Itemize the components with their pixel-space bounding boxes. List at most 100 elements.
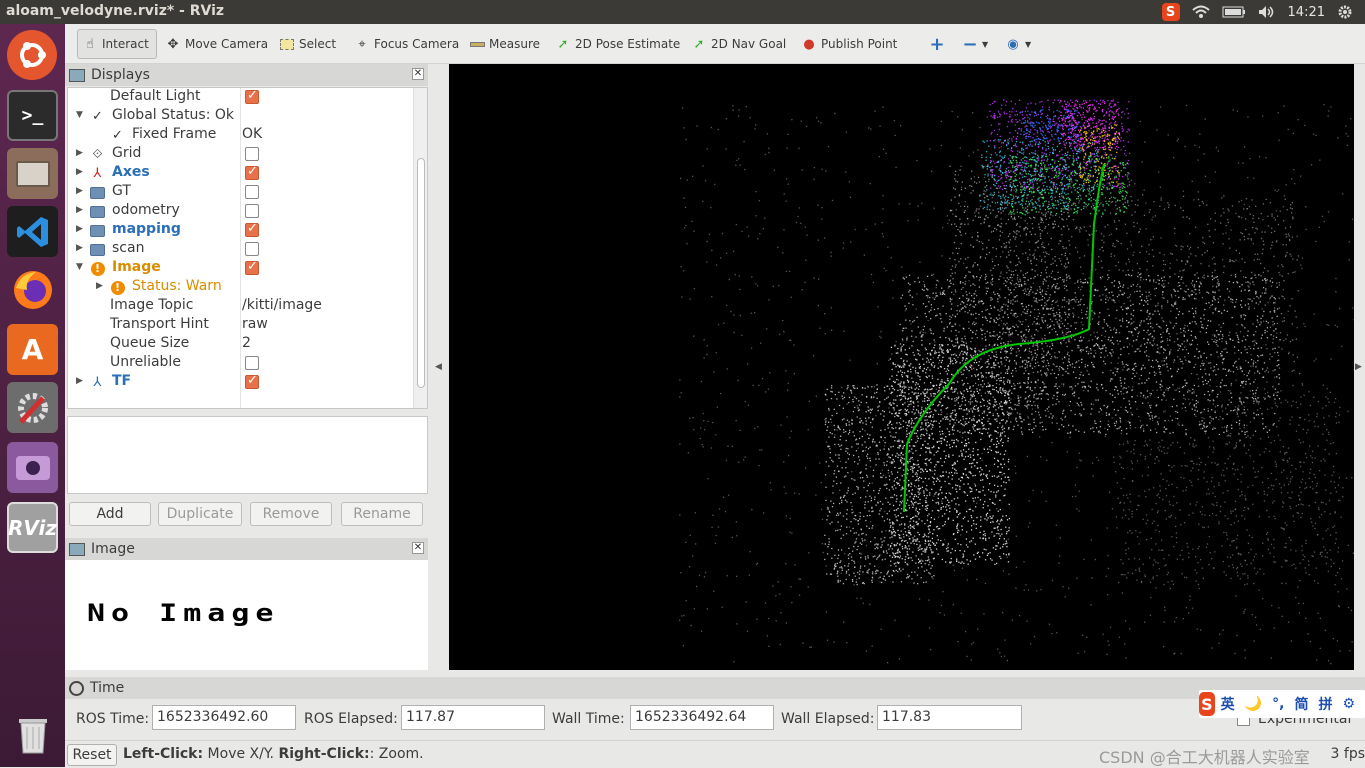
right-splitter[interactable]: ▶ <box>1354 64 1365 670</box>
wall-time-field[interactable]: 1652336492.64 <box>630 705 774 730</box>
interact-tool[interactable]: ☝Interact <box>77 29 157 59</box>
close-icon[interactable]: ✕ <box>412 68 424 80</box>
focus-camera-tool[interactable]: ⌖Focus Camera <box>350 29 463 59</box>
checkbox[interactable] <box>245 223 259 237</box>
row-label: Grid <box>112 145 141 161</box>
files-icon[interactable] <box>7 148 58 199</box>
scrollbar-thumb[interactable] <box>417 158 425 388</box>
reset-button[interactable]: Reset <box>67 744 117 766</box>
duplicate-button[interactable]: Duplicate <box>158 502 242 526</box>
tree-row-status-warn[interactable]: ▶ ! Status: Warn <box>68 278 414 297</box>
add-tool-button[interactable]: + <box>925 29 953 59</box>
wifi-icon[interactable] <box>1192 5 1210 19</box>
checkbox[interactable] <box>245 185 259 199</box>
row-value[interactable]: raw <box>242 316 268 332</box>
collapsed-arrow-icon[interactable]: ▶ <box>76 376 83 386</box>
checkbox[interactable] <box>245 375 259 389</box>
image-icon <box>69 543 85 556</box>
collapsed-arrow-icon[interactable]: ▶ <box>76 148 83 158</box>
row-value[interactable]: 2 <box>242 335 251 351</box>
row-label: GT <box>112 183 131 199</box>
checkbox[interactable] <box>245 356 259 370</box>
collapse-right-icon[interactable]: ▶ <box>1355 362 1362 372</box>
vertical-scrollbar[interactable] <box>413 88 427 409</box>
checkbox[interactable] <box>245 204 259 218</box>
2d-nav-goal-tool[interactable]: ➚2D Nav Goal <box>687 29 790 59</box>
collapsed-arrow-icon[interactable]: ▶ <box>76 224 83 234</box>
rename-button[interactable]: Rename <box>341 502 423 526</box>
3d-render-view[interactable] <box>449 64 1354 670</box>
punctuation-icon[interactable]: °, <box>1272 696 1284 712</box>
ime-toolbar[interactable]: S 英 🌙 °, 简 拼 ⚙ <box>1199 690 1365 718</box>
sogou-icon[interactable]: S <box>1199 692 1215 716</box>
checkbox[interactable] <box>245 147 259 161</box>
left-splitter[interactable]: ◀ <box>429 64 448 670</box>
folder-icon <box>90 204 105 219</box>
checkbox[interactable] <box>245 242 259 256</box>
system-settings-icon[interactable] <box>7 382 58 433</box>
collapsed-arrow-icon[interactable]: ▶ <box>76 167 83 177</box>
collapse-left-icon[interactable]: ◀ <box>435 362 442 372</box>
collapsed-arrow-icon[interactable]: ▶ <box>96 281 103 291</box>
tree-row-axes[interactable]: ▶ ⅄ Axes <box>68 164 414 183</box>
tree-row-fixed-frame[interactable]: ✓ Fixed Frame OK <box>68 126 414 145</box>
view-options-button[interactable]: ◉▼ <box>1001 29 1035 59</box>
software-center-icon[interactable]: A <box>7 324 58 375</box>
moon-icon[interactable]: 🌙 <box>1245 696 1262 712</box>
remove-tool-button[interactable]: −▼ <box>958 29 992 59</box>
select-tool[interactable]: Select <box>275 29 340 59</box>
move-camera-tool[interactable]: ✥Move Camera <box>161 29 272 59</box>
vscode-icon[interactable] <box>7 206 58 257</box>
collapsed-arrow-icon[interactable]: ▶ <box>76 205 83 215</box>
measure-tool[interactable]: Measure <box>465 29 544 59</box>
tree-row-default-light[interactable]: Default Light <box>68 88 414 107</box>
ime-mode-english[interactable]: 英 <box>1221 694 1235 714</box>
2d-pose-estimate-tool[interactable]: ➚2D Pose Estimate <box>551 29 684 59</box>
tree-row-transport-hint[interactable]: Transport Hint raw <box>68 316 414 335</box>
volume-icon[interactable] <box>1258 5 1276 19</box>
battery-icon[interactable] <box>1222 6 1246 18</box>
collapsed-arrow-icon[interactable]: ▶ <box>76 186 83 196</box>
checkbox[interactable] <box>245 261 259 275</box>
checkbox[interactable] <box>245 166 259 180</box>
tree-row-unreliable[interactable]: Unreliable <box>68 354 414 373</box>
cheese-camera-icon[interactable] <box>7 442 58 493</box>
tree-row-image[interactable]: ▼ ! Image <box>68 259 414 278</box>
tree-row-odometry[interactable]: ▶ odometry <box>68 202 414 221</box>
remove-button[interactable]: Remove <box>250 502 332 526</box>
tree-row-global-status[interactable]: ▼ ✓ Global Status: Ok <box>68 107 414 126</box>
ruler-icon <box>469 36 485 52</box>
expanded-arrow-icon[interactable]: ▼ <box>76 110 83 120</box>
tree-row-queue-size[interactable]: Queue Size 2 <box>68 335 414 354</box>
publish-point-tool[interactable]: ●Publish Point <box>797 29 901 59</box>
ros-elapsed-field[interactable]: 117.87 <box>401 705 545 730</box>
row-value[interactable]: /kitti/image <box>242 297 322 313</box>
clock[interactable]: 14:21 <box>1288 5 1325 20</box>
ime-simplified[interactable]: 简 <box>1294 694 1308 714</box>
settings-icon[interactable] <box>1337 4 1353 20</box>
ime-settings-icon[interactable]: ⚙ <box>1342 696 1355 712</box>
tree-row-mapping[interactable]: ▶ mapping <box>68 221 414 240</box>
tree-row-image-topic[interactable]: Image Topic /kitti/image <box>68 297 414 316</box>
checkbox[interactable] <box>245 90 259 104</box>
ubuntu-dash-icon[interactable] <box>7 30 57 80</box>
sogou-icon[interactable]: S <box>1162 3 1180 21</box>
expanded-arrow-icon[interactable]: ▼ <box>76 262 83 272</box>
description-area <box>67 416 428 494</box>
right-click-text: : Zoom. <box>370 746 424 762</box>
tree-row-gt[interactable]: ▶ GT <box>68 183 414 202</box>
tree-row-tf[interactable]: ▶ ⅄ TF <box>68 373 414 392</box>
terminal-icon[interactable]: >_ <box>7 90 58 141</box>
trash-icon[interactable] <box>7 708 58 759</box>
move-camera-icon: ✥ <box>165 36 181 52</box>
wall-elapsed-field[interactable]: 117.83 <box>877 705 1022 730</box>
rviz-icon[interactable]: RViz <box>7 502 58 553</box>
tree-row-scan[interactable]: ▶ scan <box>68 240 414 259</box>
ros-time-field[interactable]: 1652336492.60 <box>152 705 296 730</box>
close-icon[interactable]: ✕ <box>412 542 424 554</box>
tree-row-grid[interactable]: ▶ ⟐ Grid <box>68 145 414 164</box>
collapsed-arrow-icon[interactable]: ▶ <box>76 243 83 253</box>
add-button[interactable]: Add <box>69 502 151 526</box>
ime-pinyin[interactable]: 拼 <box>1318 694 1332 714</box>
firefox-icon[interactable] <box>7 264 58 315</box>
